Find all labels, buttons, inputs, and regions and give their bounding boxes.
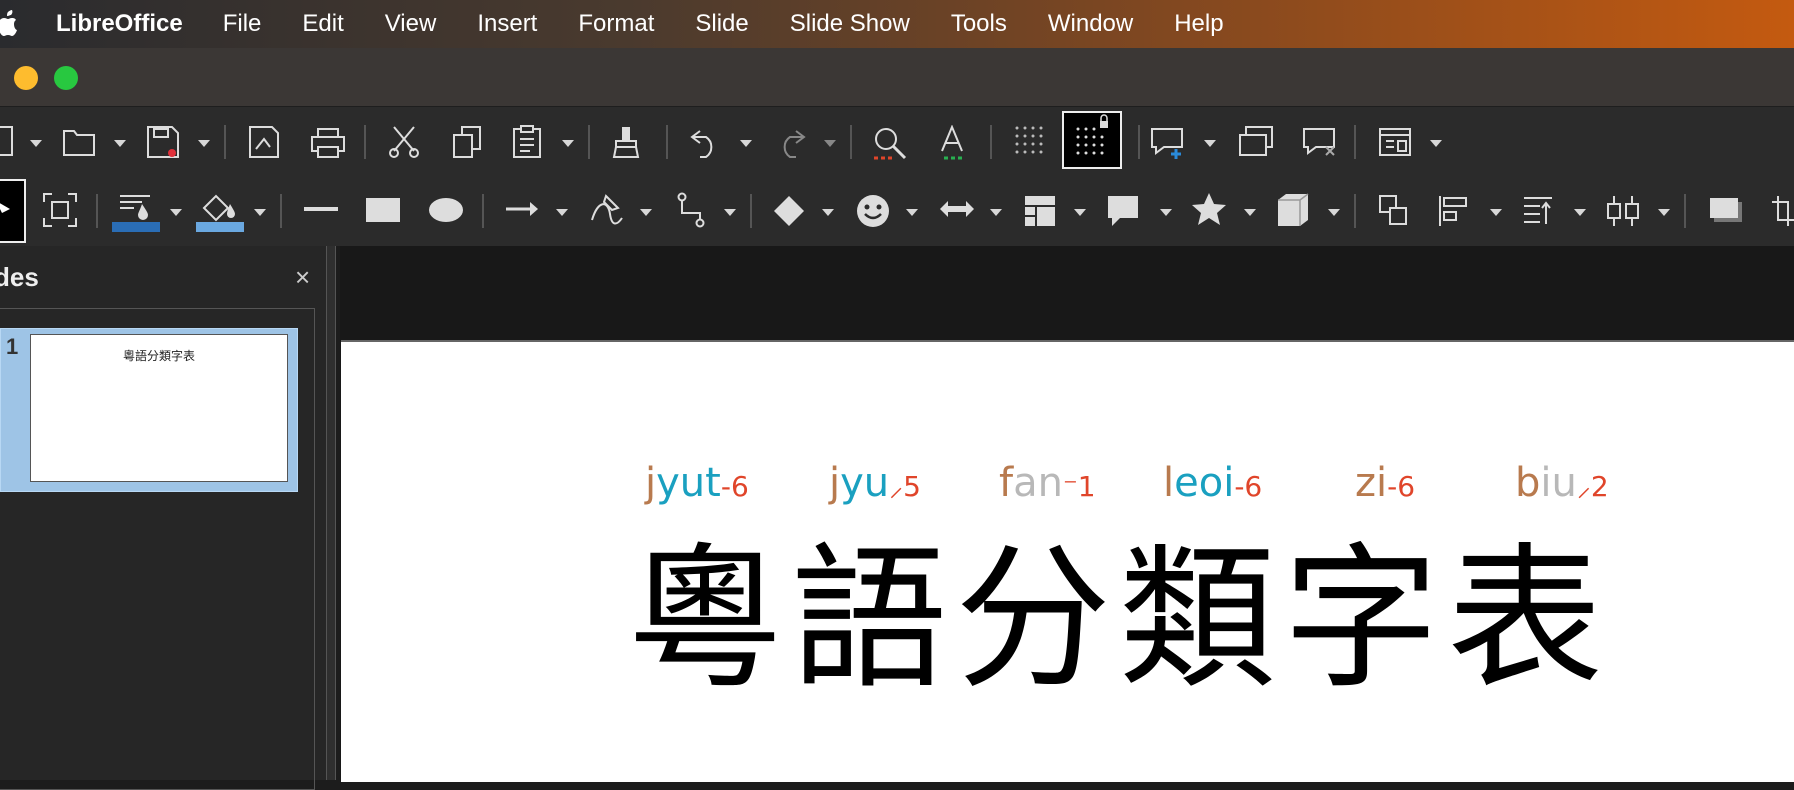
block-arrows-dropdown[interactable] — [990, 209, 1002, 216]
line-color-dropdown[interactable] — [170, 209, 182, 216]
flowchart-icon[interactable] — [1024, 194, 1056, 228]
fill-color-dropdown[interactable] — [254, 209, 266, 216]
basic-shapes-dropdown[interactable] — [822, 209, 834, 216]
new-dropdown[interactable] — [30, 140, 42, 147]
export-pdf-icon[interactable] — [248, 125, 280, 159]
menu-help[interactable]: Help — [1174, 10, 1223, 38]
menu-view[interactable]: View — [385, 10, 437, 38]
new-icon[interactable] — [0, 125, 16, 157]
window-title-bar — [0, 48, 1794, 108]
callout-dropdown[interactable] — [1160, 209, 1172, 216]
slides-panel-title: des — [0, 262, 39, 292]
fill-color-icon[interactable] — [196, 190, 244, 232]
duplicate-slide-icon[interactable] — [1238, 125, 1274, 159]
arrow-line-icon[interactable] — [504, 200, 540, 218]
save-dropdown[interactable] — [198, 140, 210, 147]
menu-slide-show[interactable]: Slide Show — [790, 10, 910, 38]
slide-layout-dropdown[interactable] — [1430, 140, 1442, 147]
paste-dropdown[interactable] — [562, 140, 574, 147]
basic-shapes-icon[interactable] — [772, 194, 806, 228]
menu-insert[interactable]: Insert — [477, 10, 537, 38]
minimize-button[interactable] — [14, 66, 38, 90]
curve-icon[interactable] — [588, 192, 624, 228]
connector-dropdown[interactable] — [724, 209, 736, 216]
select-icon[interactable] — [0, 179, 26, 243]
3d-objects-dropdown[interactable] — [1328, 209, 1340, 216]
3d-objects-icon[interactable] — [1276, 192, 1310, 228]
delete-slide-icon[interactable] — [1302, 125, 1338, 159]
stars-dropdown[interactable] — [1244, 209, 1256, 216]
menu-tools[interactable]: Tools — [951, 10, 1007, 38]
arrow-line-dropdown[interactable] — [556, 209, 568, 216]
redo-dropdown[interactable] — [824, 140, 836, 147]
standard-toolbar — [0, 106, 1794, 177]
slide-layout-icon[interactable] — [1378, 125, 1412, 159]
flowchart-dropdown[interactable] — [1074, 209, 1086, 216]
line-icon[interactable] — [304, 206, 338, 212]
slide-thumbnail-title: 粵語分類字表 — [122, 349, 195, 363]
symbol-shapes-dropdown[interactable] — [906, 209, 918, 216]
connector-icon[interactable] — [676, 192, 706, 228]
rectangle-icon[interactable] — [366, 196, 400, 224]
zoom-button[interactable] — [54, 66, 78, 90]
apple-icon[interactable] — [0, 10, 22, 38]
menu-bar: LibreOffice File Edit View Insert Format… — [0, 0, 1794, 48]
align-dropdown[interactable] — [1490, 209, 1502, 216]
transformations-icon[interactable] — [1378, 194, 1410, 228]
curve-dropdown[interactable] — [640, 209, 652, 216]
new-slide-dropdown[interactable] — [1204, 140, 1216, 147]
slide-title[interactable]: 粵語分類字表 — [627, 492, 1611, 718]
paste-icon[interactable] — [512, 125, 544, 159]
slide-number: 1 — [6, 334, 19, 359]
redo-icon[interactable] — [774, 127, 806, 159]
copy-icon[interactable] — [452, 125, 484, 159]
app-menu[interactable]: LibreOffice — [56, 10, 183, 38]
drawing-toolbar — [0, 176, 1794, 246]
align-icon[interactable] — [1438, 194, 1470, 228]
new-slide-icon[interactable] — [1150, 125, 1186, 161]
block-arrows-icon[interactable] — [940, 200, 974, 218]
stars-icon[interactable] — [1192, 192, 1226, 226]
crop-icon[interactable] — [1770, 194, 1794, 228]
find-replace-icon[interactable] — [872, 125, 908, 161]
menu-slide[interactable]: Slide — [695, 10, 748, 38]
open-dropdown[interactable] — [114, 140, 126, 147]
ellipse-icon[interactable] — [428, 196, 464, 224]
slide-canvas[interactable]: jyut-6 jyu⸝5 fan⁻1 leoi-6 zi-6 biu⸝2 粵語分… — [341, 340, 1794, 782]
shadow-icon[interactable] — [1708, 196, 1744, 226]
close-icon[interactable]: × — [295, 262, 310, 293]
print-icon[interactable] — [310, 127, 346, 159]
slide-thumbnail[interactable]: 粵語分類字表 — [30, 334, 288, 482]
line-color-icon[interactable] — [112, 190, 160, 232]
menu-file[interactable]: File — [223, 10, 262, 38]
menu-edit[interactable]: Edit — [302, 10, 343, 38]
callout-icon[interactable] — [1106, 194, 1140, 228]
slides-panel: des × — [0, 246, 326, 790]
undo-dropdown[interactable] — [740, 140, 752, 147]
clone-formatting-icon[interactable] — [612, 125, 642, 159]
arrange-dropdown[interactable] — [1574, 209, 1586, 216]
arrange-icon[interactable] — [1522, 194, 1554, 228]
menu-window[interactable]: Window — [1048, 10, 1133, 38]
distribute-dropdown[interactable] — [1658, 209, 1670, 216]
panel-splitter[interactable] — [326, 246, 336, 780]
spelling-icon[interactable] — [938, 125, 970, 161]
undo-icon[interactable] — [690, 127, 722, 159]
zoom-pan-icon[interactable] — [42, 192, 78, 228]
save-icon[interactable] — [146, 125, 180, 159]
open-icon[interactable] — [62, 127, 96, 157]
menu-format[interactable]: Format — [578, 10, 654, 38]
distribute-icon[interactable] — [1606, 194, 1640, 228]
symbol-shapes-icon[interactable] — [856, 194, 890, 228]
cut-icon[interactable] — [388, 125, 420, 159]
snap-to-grid-icon[interactable] — [1062, 111, 1122, 169]
display-grid-icon[interactable] — [1014, 125, 1048, 159]
